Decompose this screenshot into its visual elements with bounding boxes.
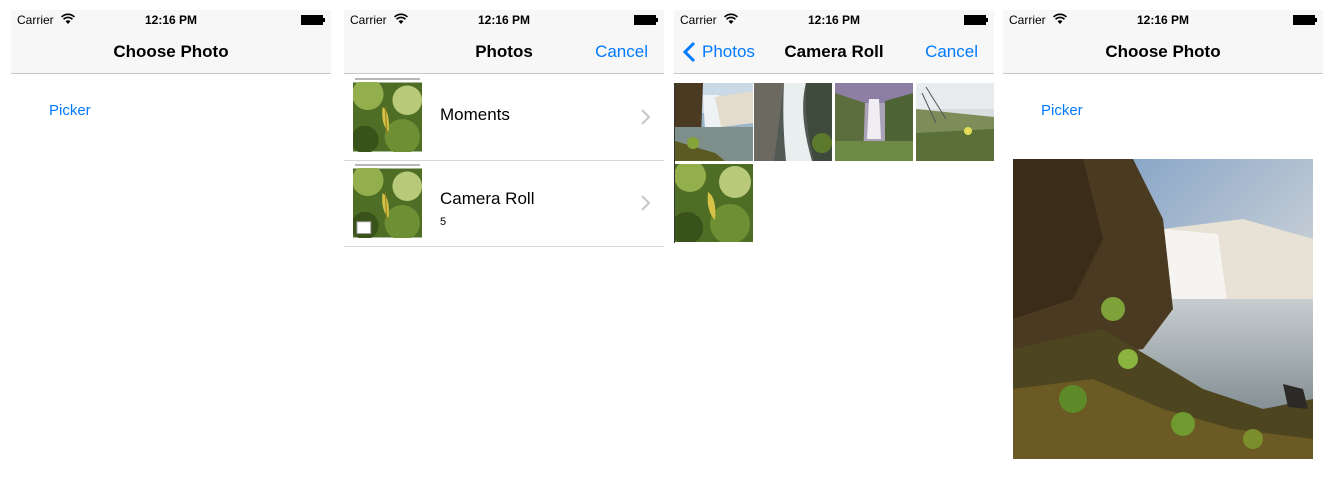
status-bar: Carrier 12:16 PM [1003, 10, 1323, 30]
nav-title: Choose Photo [113, 42, 229, 61]
nav-title: Choose Photo [1105, 42, 1221, 61]
selected-photo [1013, 159, 1313, 459]
leaf-thumbnail [353, 168, 422, 238]
camera-roll-screen: Carrier 12:16 PM Photos Camera Roll Canc… [674, 10, 994, 490]
photo-cell-falls-valley[interactable] [835, 83, 913, 161]
album-stack-edge [355, 78, 420, 80]
photo-cell-cascade[interactable] [754, 83, 832, 161]
leaf-thumbnail [353, 82, 422, 152]
photo-cell-leaf[interactable] [675, 164, 753, 242]
picker-button[interactable]: Picker [49, 102, 91, 119]
picker-button[interactable]: Picker [1041, 102, 1083, 119]
battery-icon [1293, 15, 1317, 25]
choose-photo-result-screen: Carrier 12:16 PM Choose Photo Picker [1003, 10, 1323, 490]
battery-icon [301, 15, 325, 25]
album-stack-edge [355, 164, 420, 166]
navigation-bar: Photos Cancel [344, 30, 664, 74]
navigation-bar: Photos Camera Roll Cancel [674, 30, 994, 74]
status-time: 12:16 PM [477, 13, 531, 27]
album-row-moments[interactable]: Moments [344, 75, 664, 161]
status-time: 12:16 PM [807, 13, 861, 27]
chevron-right-icon [641, 195, 650, 211]
status-bar: Carrier 12:16 PM [674, 10, 994, 30]
chevron-right-icon [641, 109, 650, 125]
battery-icon [634, 15, 658, 25]
album-name: Moments [440, 105, 510, 124]
album-row-camera-roll[interactable]: Camera Roll 5 [344, 161, 664, 247]
cancel-button[interactable]: Cancel [925, 42, 978, 62]
battery-icon [964, 15, 988, 25]
album-name: Camera Roll [440, 189, 535, 208]
photos-albums-screen: Carrier 12:16 PM Photos Cancel Moments C… [344, 10, 664, 490]
album-count: 5 [440, 216, 447, 228]
status-time: 12:16 PM [144, 13, 198, 27]
cancel-button[interactable]: Cancel [595, 42, 648, 62]
navigation-bar: Choose Photo [1003, 30, 1323, 74]
photo-cell-waterfall[interactable] [675, 83, 753, 161]
status-bar: Carrier 12:16 PM [11, 10, 331, 30]
choose-photo-screen: Carrier 12:16 PM Choose Photo Picker [11, 10, 331, 490]
navigation-bar: Choose Photo [11, 30, 331, 74]
status-bar: Carrier 12:16 PM [344, 10, 664, 30]
status-time: 12:16 PM [1136, 13, 1190, 27]
photo-cell-meadow-flower[interactable] [916, 83, 994, 161]
